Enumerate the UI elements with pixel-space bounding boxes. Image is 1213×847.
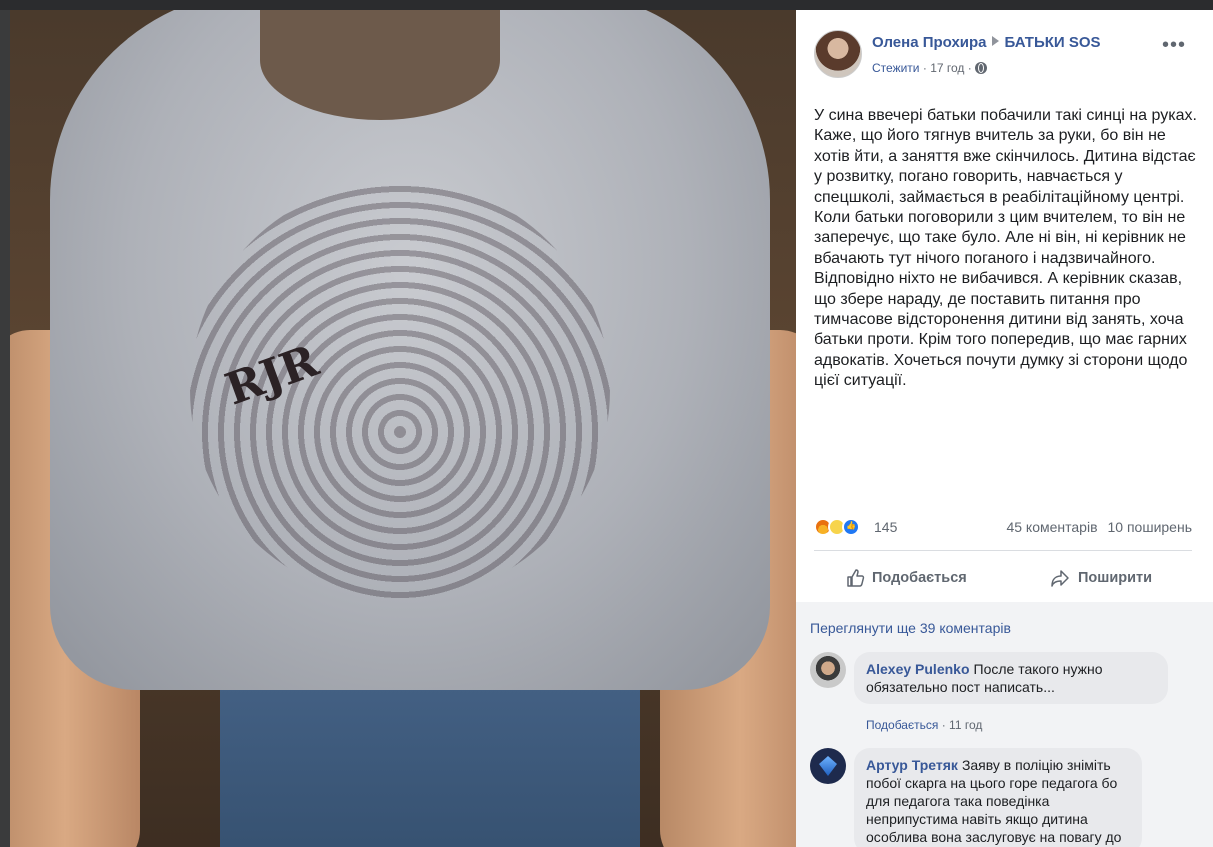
commenter-avatar[interactable]	[810, 748, 846, 784]
post-stats: 45 коментарів 10 поширень	[1006, 519, 1192, 535]
comment-text-line: обязательно пост написать...	[866, 679, 1055, 695]
comment-text-line: побої скарга на цього горе педагога бо	[866, 775, 1118, 791]
shares-count[interactable]: 10 поширень	[1108, 519, 1192, 535]
more-options-icon[interactable]: •••	[1162, 35, 1186, 55]
post-meta: Стежити · 17 год ·	[872, 61, 988, 75]
comment-time[interactable]: 11 год	[949, 718, 982, 732]
comment-item: Alexey Pulenko После такого нужно обязате…	[810, 652, 1205, 732]
post-header: Олена Прохира БАТЬКИ SOS Стежити · 17 год…	[814, 30, 1194, 80]
post-panel: Олена Прохира БАТЬКИ SOS Стежити · 17 год…	[796, 10, 1213, 847]
comment-meta-separator: ·	[941, 718, 946, 732]
arrow-right-icon	[991, 36, 999, 46]
group-name[interactable]: БАТЬКИ SOS	[1005, 34, 1101, 51]
like-reaction-icon[interactable]	[842, 518, 860, 536]
share-arrow-icon	[1051, 570, 1069, 587]
share-button[interactable]: Поширити	[1050, 558, 1152, 598]
comment-like-link[interactable]: Подобається	[866, 718, 938, 732]
thumbs-up-icon	[847, 569, 865, 587]
comments-count[interactable]: 45 коментарів	[1006, 519, 1097, 535]
author-avatar[interactable]	[814, 30, 862, 78]
comment-bubble: Артур Третяк Заяву в поліцію зніміть побо…	[854, 748, 1142, 847]
commenter-avatar[interactable]	[810, 652, 846, 688]
reaction-count[interactable]: 145	[874, 519, 897, 535]
comment-text-line: для педагога така поведінка	[866, 793, 1050, 809]
comments-section: Переглянути ще 39 коментарів Alexey Pule…	[796, 602, 1213, 847]
post-text: У сина ввечері батьки побачили такі синц…	[814, 107, 1197, 390]
browser-top-strip	[0, 0, 1213, 10]
author-line: Олена Прохира БАТЬКИ SOS	[872, 34, 1101, 51]
follow-link[interactable]: Стежити	[872, 61, 920, 75]
post-photo[interactable]: RJR	[10, 10, 796, 847]
divider	[814, 550, 1192, 551]
commenter-name[interactable]: Артур Третяк	[866, 757, 958, 773]
comment-text-line: Заяву в поліцію зніміть	[961, 757, 1111, 773]
comment-meta: Подобається · 11 год	[866, 718, 982, 732]
meta-separator-2: ·	[967, 61, 972, 75]
author-name[interactable]: Олена Прохира	[872, 34, 987, 51]
comment-text-line: неприпустима навіть якщо дитина	[866, 811, 1088, 827]
view-more-comments-link[interactable]: Переглянути ще 39 коментарів	[810, 620, 1011, 636]
comment-text-line: особлива вона заслуговує на повагу до	[866, 829, 1122, 845]
comment-item: Артур Третяк Заяву в поліцію зніміть побо…	[810, 748, 1205, 847]
reactions-bar: 145 45 коментарів 10 поширень	[814, 516, 1192, 540]
like-button-label: Подобається	[872, 570, 967, 586]
like-button[interactable]: Подобається	[846, 558, 967, 598]
meta-separator: ·	[922, 61, 927, 75]
comment-bubble: Alexey Pulenko После такого нужно обязате…	[854, 652, 1168, 704]
post-time[interactable]: 17 год	[930, 61, 964, 75]
globe-icon	[975, 62, 988, 74]
comment-text-line: После такого нужно	[973, 661, 1103, 677]
share-button-label: Поширити	[1078, 570, 1153, 586]
post-actions: Подобається Поширити	[814, 558, 1192, 598]
commenter-name[interactable]: Alexey Pulenko	[866, 661, 970, 677]
